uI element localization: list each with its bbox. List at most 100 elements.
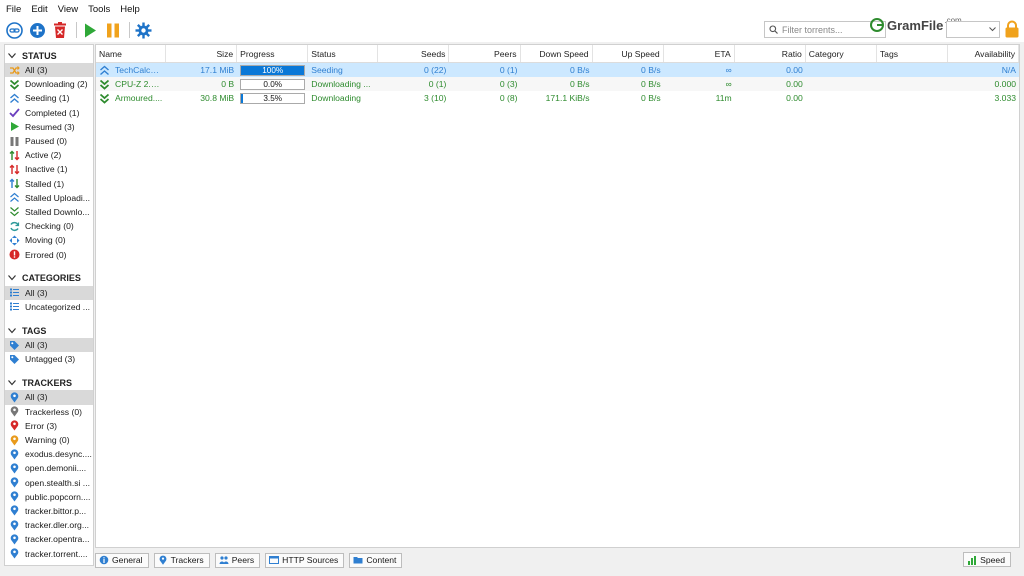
status-item[interactable]: Paused (0) <box>5 134 93 148</box>
trackers-item[interactable]: open.stealth.si ... <box>5 476 93 490</box>
status-section-header[interactable]: STATUS <box>5 48 93 63</box>
column-header-tags[interactable]: Tags <box>877 45 948 62</box>
trackers-item[interactable]: Warning (0) <box>5 433 93 447</box>
trackers-section-title: TRACKERS <box>22 377 73 388</box>
tracker-pin-icon <box>9 505 20 516</box>
status-item[interactable]: Checking (0) <box>5 219 93 233</box>
options-icon[interactable] <box>133 20 153 40</box>
resume-icon[interactable] <box>80 20 100 40</box>
column-header-peers[interactable]: Peers <box>449 45 521 62</box>
sidebar-item-label: Stalled Uploadi... <box>25 192 90 203</box>
chevron-down-icon <box>8 327 18 334</box>
speed-button[interactable]: Speed <box>963 552 1011 567</box>
trackers-item[interactable]: tracker.dler.org... <box>5 518 93 532</box>
properties-tabs: General Trackers Peers HTTP Sources Content <box>95 552 407 568</box>
categories-item[interactable]: Uncategorized ... <box>5 300 93 314</box>
table-row[interactable]: Armoured.... 30.8 MiB 3.5% Downloading 3 (10… <box>96 91 1019 105</box>
status-item[interactable]: Stalled Downlo... <box>5 205 93 219</box>
status-item[interactable]: Stalled (1) <box>5 177 93 191</box>
sidebar-item-label: open.demonii.... <box>25 463 87 474</box>
toolbar-separator <box>129 22 130 38</box>
cell-name: Armoured.... <box>96 93 166 104</box>
filter-scope-select[interactable] <box>946 21 1000 38</box>
chevron-down-icon <box>8 52 18 59</box>
pause-icon[interactable] <box>103 20 123 40</box>
tags-item[interactable]: Untagged (3) <box>5 352 93 366</box>
sidebar-item-label: tracker.torrent.... <box>25 548 88 559</box>
column-header-size[interactable]: Size <box>166 45 238 62</box>
tab-general[interactable]: General <box>95 552 149 568</box>
column-header-seeds[interactable]: Seeds <box>378 45 450 62</box>
menu-help[interactable]: Help <box>118 4 148 15</box>
sidebar-item-label: Error (3) <box>25 420 57 431</box>
trackers-item[interactable]: Error (3) <box>5 419 93 433</box>
categories-item[interactable]: All (3) <box>5 285 93 300</box>
trackers-item[interactable]: exodus.desync.... <box>5 447 93 461</box>
trackers-item[interactable]: open.demonii.... <box>5 461 93 475</box>
status-item[interactable]: Seeding (1) <box>5 91 93 105</box>
tab-label: General <box>112 555 143 565</box>
trackers-item[interactable]: public.popcorn.... <box>5 490 93 504</box>
trackers-item[interactable]: tracker.bittor.p... <box>5 504 93 518</box>
status-item[interactable]: Errored (0) <box>5 247 93 261</box>
status-item[interactable]: Downloading (2) <box>5 77 93 91</box>
column-header-progress[interactable]: Progress <box>237 45 309 62</box>
menu-edit[interactable]: Edit <box>29 4 55 15</box>
status-item[interactable]: All (3) <box>5 63 93 78</box>
tags-list: All (3) Untagged (3) <box>5 338 93 366</box>
pause-icon <box>9 136 20 147</box>
filter-torrents-input[interactable] <box>782 24 882 35</box>
status-item[interactable]: Inactive (1) <box>5 162 93 176</box>
status-item[interactable]: Moving (0) <box>5 233 93 247</box>
status-item[interactable]: Resumed (3) <box>5 120 93 134</box>
column-header-up-speed[interactable]: Up Speed <box>593 45 664 62</box>
status-item[interactable]: Active (2) <box>5 148 93 162</box>
sidebar-item-label: Paused (0) <box>25 136 68 147</box>
tab-trackers[interactable]: Trackers <box>153 552 210 568</box>
column-header-availability[interactable]: Availability <box>948 45 1019 62</box>
table-row[interactable]: CPU-Z 2.10 ... 0 B 0.0% Downloading ... 0 (1… <box>96 77 1019 91</box>
menu-tools[interactable]: Tools <box>86 4 118 15</box>
tracker-pin-icon <box>9 491 20 502</box>
column-header-status[interactable]: Status <box>308 45 379 62</box>
column-header-name[interactable]: Name <box>96 45 167 62</box>
speed-chart-icon <box>967 555 977 565</box>
add-link-icon[interactable] <box>4 20 24 40</box>
status-item[interactable]: Stalled Uploadi... <box>5 191 93 205</box>
column-header-ratio[interactable]: Ratio <box>735 45 806 62</box>
categories-section-header[interactable]: CATEGORIES <box>5 271 93 286</box>
tab-label: Trackers <box>170 555 204 565</box>
moving-icon <box>9 235 20 246</box>
table-header: Name Size Progress Status Seeds Peers Down Spe… <box>96 45 1019 63</box>
sidebar-item-label: Uncategorized ... <box>25 301 90 312</box>
tab-peers[interactable]: Peers <box>214 552 261 568</box>
trackers-section-header[interactable]: TRACKERS <box>5 375 93 390</box>
table-row[interactable]: TechCalc+ ... 17.1 MiB 100% Seeding 0 (22) 0 … <box>96 63 1019 77</box>
column-header-category[interactable]: Category <box>806 45 877 62</box>
status-section-title: STATUS <box>22 50 57 61</box>
trackers-item[interactable]: All (3) <box>5 390 93 405</box>
trackers-item[interactable]: tracker.torrent.... <box>5 546 93 560</box>
sidebar-item-label: Resumed (3) <box>25 121 75 132</box>
menu-file[interactable]: File <box>4 4 29 15</box>
column-header-down-speed[interactable]: Down Speed <box>521 45 593 62</box>
menu-view[interactable]: View <box>56 4 86 15</box>
toolbar-separator <box>76 22 77 38</box>
lock-icon[interactable] <box>1004 20 1020 40</box>
torrent-name: TechCalc+ ... <box>115 65 164 75</box>
add-torrent-icon[interactable] <box>27 20 47 40</box>
status-item[interactable]: Completed (1) <box>5 106 93 120</box>
tags-item[interactable]: All (3) <box>5 338 93 353</box>
tags-section-header[interactable]: TAGS <box>5 323 93 338</box>
trackers-item[interactable]: tracker.opentra... <box>5 532 93 546</box>
tab-http-sources[interactable]: HTTP Sources <box>265 552 345 568</box>
remove-icon[interactable] <box>50 20 70 40</box>
trackers-item[interactable]: Trackerless (0) <box>5 405 93 419</box>
cell-peers: 0 (3) <box>499 79 518 89</box>
cell-status: Downloading ... <box>311 79 371 89</box>
sidebar-item-label: exodus.desync.... <box>25 449 92 460</box>
column-header-eta[interactable]: ETA <box>664 45 735 62</box>
tab-content[interactable]: Content <box>349 552 403 568</box>
torrent-name: Armoured.... <box>115 93 163 103</box>
